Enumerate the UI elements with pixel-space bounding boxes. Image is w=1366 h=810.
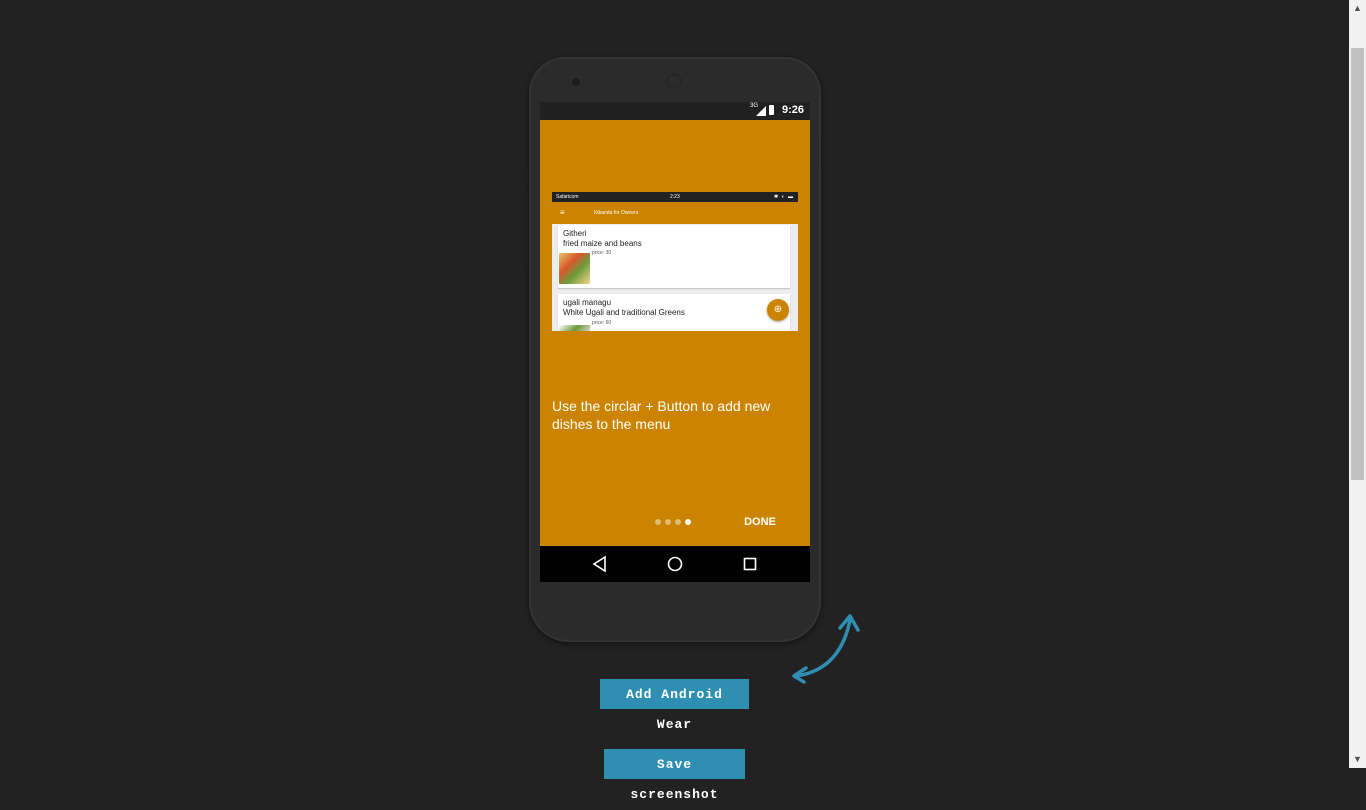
back-triangle-icon[interactable] bbox=[590, 554, 610, 574]
dish-card: ugali managu White Ugali and traditional… bbox=[558, 294, 790, 331]
status-bar: 3G 9:26 bbox=[540, 102, 810, 120]
dish-price: price: 60 bbox=[592, 320, 612, 326]
preview-dish-list: Githeri fried maize and beans price: 30 … bbox=[552, 224, 798, 331]
preview-status-icons: ✱ ◐ ▬ bbox=[774, 194, 794, 200]
navigation-bar bbox=[540, 546, 810, 582]
save-screenshot-button[interactable]: Save screenshot bbox=[604, 749, 745, 802]
speaker-icon bbox=[666, 73, 682, 89]
preview-app-title: Kibanda for Owners bbox=[594, 210, 639, 216]
intro-description: Use the circlar + Button to add new dish… bbox=[552, 398, 771, 432]
dish-name: ugali managu bbox=[563, 298, 612, 307]
phone-screen: 3G 9:26 Safaricom 2:23 ✱ ◐ ▬ ≡ Kibanda f… bbox=[540, 102, 810, 582]
app-preview-screenshot: Safaricom 2:23 ✱ ◐ ▬ ≡ Kibanda for Owner… bbox=[552, 192, 798, 331]
dish-description: White Ugali and traditional Greens bbox=[563, 308, 685, 317]
preview-time: 2:23 bbox=[670, 194, 680, 200]
recent-square-icon[interactable] bbox=[740, 554, 760, 574]
dish-card: Githeri fried maize and beans price: 30 bbox=[558, 225, 790, 288]
preview-toolbar: ≡ Kibanda for Owners bbox=[552, 202, 798, 224]
home-circle-icon[interactable] bbox=[665, 554, 685, 574]
phone-side-button bbox=[525, 170, 528, 182]
add-android-wear-button[interactable]: Add Android Wear bbox=[600, 679, 749, 732]
preview-status-bar: Safaricom 2:23 ✱ ◐ ▬ bbox=[552, 192, 798, 202]
dish-image bbox=[559, 253, 590, 284]
page-dot bbox=[665, 519, 671, 525]
signal-icon bbox=[756, 106, 766, 116]
page-dot bbox=[655, 519, 661, 525]
done-button[interactable]: DONE bbox=[738, 515, 782, 529]
scroll-down-arrow-icon[interactable]: ▼ bbox=[1349, 751, 1366, 768]
rotate-arrow-icon[interactable] bbox=[788, 610, 864, 688]
page-scrollbar[interactable]: ▲ ▼ bbox=[1349, 0, 1366, 768]
dish-price: price: 30 bbox=[592, 250, 612, 256]
page-dot-active bbox=[685, 519, 691, 525]
battery-icon bbox=[769, 105, 774, 115]
scrollbar-thumb[interactable] bbox=[1351, 48, 1364, 480]
dish-image bbox=[559, 325, 590, 331]
phone-volume-button bbox=[525, 195, 528, 265]
dish-name: Githeri bbox=[563, 229, 587, 238]
preview-carrier: Safaricom bbox=[556, 194, 579, 200]
dish-description: fried maize and beans bbox=[563, 239, 642, 248]
scroll-up-arrow-icon[interactable]: ▲ bbox=[1349, 0, 1366, 17]
phone-power-button bbox=[822, 135, 825, 165]
add-dish-fab-icon: ⊕ bbox=[767, 299, 789, 321]
status-time: 9:26 bbox=[781, 104, 804, 116]
page-dot bbox=[675, 519, 681, 525]
hamburger-menu-icon: ≡ bbox=[560, 208, 565, 217]
camera-icon bbox=[572, 78, 580, 86]
